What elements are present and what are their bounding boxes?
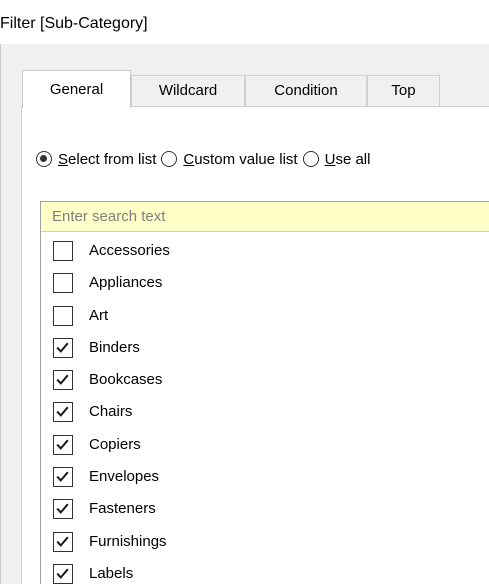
radio-unselected-icon[interactable] <box>161 151 178 167</box>
list-item[interactable]: Chairs <box>41 398 489 430</box>
checkbox[interactable] <box>53 241 73 261</box>
list-item-label: Copiers <box>89 435 141 453</box>
list-item-label: Art <box>89 306 109 324</box>
checkmark-icon <box>56 536 69 547</box>
tab-condition[interactable]: Condition <box>245 75 367 106</box>
radio-select-from-list-accel: S <box>58 151 69 168</box>
radio-select-from-list[interactable]: Select from list <box>36 149 156 171</box>
value-list[interactable]: Accessories Appliances Art Binders Bookcases… <box>41 237 489 584</box>
tab-general[interactable]: General <box>22 70 131 108</box>
checkbox[interactable] <box>53 337 73 358</box>
checkbox[interactable] <box>53 563 73 584</box>
radio-use-all[interactable]: Use all <box>302 149 371 171</box>
checkmark-icon <box>56 503 69 515</box>
list-item[interactable]: Appliances <box>41 269 489 301</box>
list-item[interactable]: Copiers <box>41 431 489 463</box>
tab-wildcard-label: Wildcard <box>158 82 218 99</box>
list-item-label: Fasteners <box>89 500 156 518</box>
list-item[interactable]: Envelopes <box>41 463 489 495</box>
tab-wildcard[interactable]: Wildcard <box>131 75 245 106</box>
tab-top-label: Top <box>391 82 416 99</box>
checkbox[interactable] <box>53 467 73 488</box>
list-item[interactable]: Binders <box>41 334 489 366</box>
dialog-title: Filter [Sub-Category] <box>0 15 148 32</box>
list-item-label: Labels <box>89 564 134 582</box>
list-item-label: Chairs <box>89 403 133 421</box>
tab-condition-label: Condition <box>274 82 338 99</box>
checkmark-icon <box>56 342 69 353</box>
list-item[interactable]: Accessories <box>41 237 489 269</box>
window-left-border <box>0 44 1 584</box>
checkmark-icon <box>56 471 69 482</box>
checkbox[interactable] <box>53 402 73 423</box>
checkbox[interactable] <box>53 434 73 455</box>
radio-unselected-icon[interactable] <box>302 151 319 167</box>
filter-dialog: Filter [Sub-Category] General Wildcard C… <box>0 0 489 584</box>
list-item[interactable]: Bookcases <box>41 366 489 398</box>
list-item-label: Envelopes <box>89 468 160 486</box>
radio-select-from-list-label: elect from list <box>68 151 157 168</box>
radio-use-all-accel: U <box>324 151 336 168</box>
tab-general-label: General <box>49 81 104 98</box>
radio-custom-value-list-label: ustom value list <box>194 151 298 168</box>
list-item-label: Appliances <box>89 274 163 292</box>
title-bar[interactable]: Filter [Sub-Category] <box>0 0 489 44</box>
checkbox[interactable] <box>53 273 73 294</box>
list-item[interactable]: Labels <box>41 560 489 584</box>
list-item-label: Accessories <box>89 242 170 259</box>
checkmark-icon <box>56 374 69 386</box>
radio-custom-value-list-accel: C <box>183 151 195 168</box>
radio-selected-icon[interactable] <box>36 151 52 167</box>
list-item[interactable]: Furnishings <box>41 528 489 560</box>
checkmark-icon <box>56 407 69 418</box>
checkbox[interactable] <box>53 370 73 391</box>
list-item-label: Furnishings <box>89 532 167 550</box>
radio-use-all-label: se all <box>335 151 371 168</box>
list-item-label: Bookcases <box>89 371 163 389</box>
search-input[interactable] <box>41 202 489 232</box>
list-item-label: Binders <box>89 338 140 356</box>
checkmark-icon <box>56 568 69 579</box>
radio-custom-value-list[interactable]: Custom value list <box>161 149 298 171</box>
list-item[interactable]: Fasteners <box>41 495 489 527</box>
list-item[interactable]: Art <box>41 302 489 334</box>
selection-mode-radio-group: Select from list Custom value list Use all <box>36 149 370 171</box>
checkbox[interactable] <box>53 305 73 326</box>
checkbox[interactable] <box>53 531 73 552</box>
checkbox[interactable] <box>53 499 73 520</box>
tab-top[interactable]: Top <box>367 75 440 106</box>
checkmark-icon <box>56 439 69 450</box>
